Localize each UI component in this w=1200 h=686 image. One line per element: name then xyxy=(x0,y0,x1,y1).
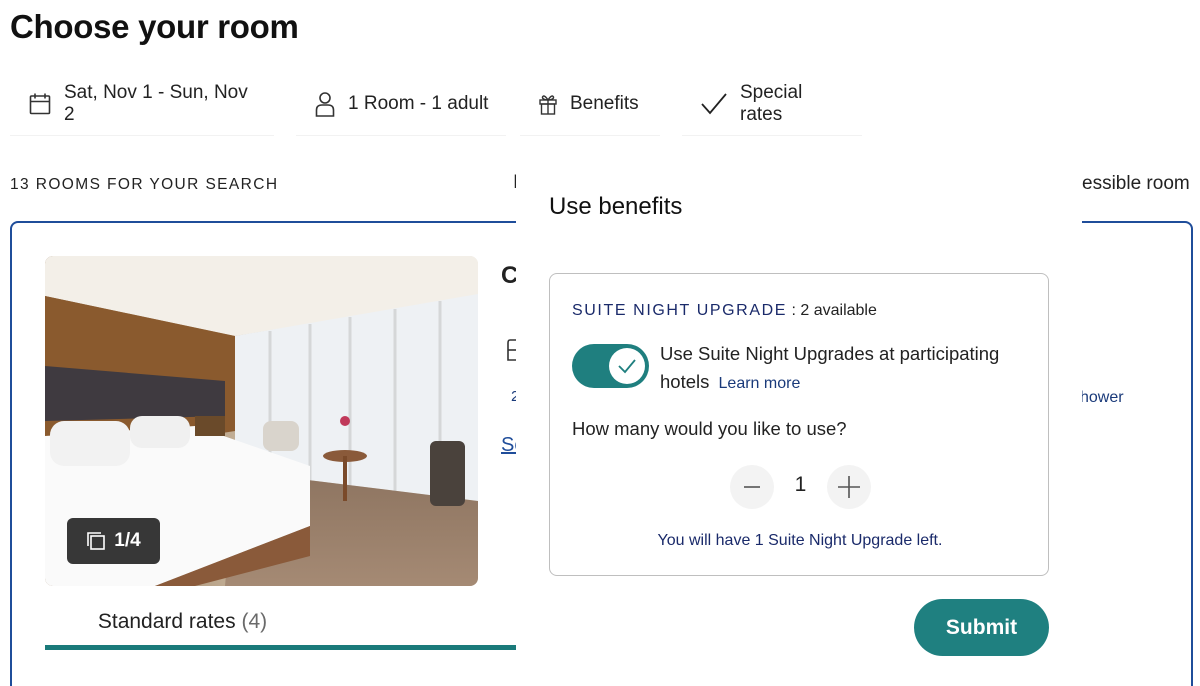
increase-button[interactable] xyxy=(827,465,871,509)
submit-button[interactable]: Submit xyxy=(914,599,1049,656)
calendar-icon xyxy=(29,93,51,114)
suite-night-upgrade-panel: SUITE NIGHT UPGRADE : 2 available Use Su… xyxy=(549,273,1049,576)
dates-label: Sat, Nov 1 - Sun, Nov 2 xyxy=(64,81,248,125)
quantity-question: How many would you like to use? xyxy=(572,418,847,439)
person-icon xyxy=(315,91,335,117)
special-rates-label: Special rates xyxy=(740,81,803,125)
suite-night-separator: : xyxy=(787,302,801,319)
suite-night-available: 2 available xyxy=(800,302,877,319)
benefits-label: Benefits xyxy=(570,92,639,114)
special-rates-filter[interactable]: Special rates xyxy=(682,72,862,136)
learn-more-link[interactable]: Learn more xyxy=(719,375,801,392)
quantity-stepper: 1 xyxy=(730,465,872,509)
page-title: Choose your room xyxy=(10,8,299,45)
toggle-label: Use Suite Night Upgrades at participatin… xyxy=(660,343,1000,392)
benefits-popover: Use benefits SUITE NIGHT UPGRADE : 2 ava… xyxy=(516,165,1082,686)
room-guests-filter[interactable]: 1 Room - 1 adult xyxy=(296,72,506,136)
minus-icon xyxy=(744,486,760,488)
room-amenity-fragment: hower xyxy=(1080,389,1124,406)
checkmark-icon xyxy=(701,92,727,114)
remaining-upgrades-text: You will have 1 Suite Night Upgrade left… xyxy=(657,532,943,549)
gift-icon xyxy=(539,94,557,115)
rate-tab-count: (4) xyxy=(241,610,268,633)
gallery-icon xyxy=(87,532,106,550)
suite-night-header: SUITE NIGHT UPGRADE : 2 available xyxy=(572,302,877,320)
rate-tab-label: Standard rates xyxy=(97,610,236,633)
benefits-filter[interactable]: Benefits xyxy=(520,72,660,136)
check-icon xyxy=(618,359,636,374)
suite-night-name: SUITE NIGHT UPGRADE xyxy=(572,302,788,319)
toggle-knob xyxy=(609,348,645,384)
popover-title: Use benefits xyxy=(549,193,683,220)
dates-filter[interactable]: Sat, Nov 1 - Sun, Nov 2 xyxy=(10,72,274,136)
suite-night-description: Use Suite Night Upgrades at participatin… xyxy=(660,340,1030,398)
decrease-button[interactable] xyxy=(730,465,774,509)
plus-icon xyxy=(838,476,860,498)
suite-night-toggle[interactable] xyxy=(572,344,649,388)
photo-counter[interactable]: 1/4 xyxy=(67,518,160,564)
active-tab-indicator xyxy=(45,645,516,650)
search-filter-bar: Sat, Nov 1 - Sun, Nov 2 1 Room - 1 adult… xyxy=(10,72,862,136)
room-photo[interactable]: 1/4 xyxy=(45,256,478,586)
room-guests-label: 1 Room - 1 adult xyxy=(348,92,489,114)
photo-counter-label: 1/4 xyxy=(114,530,141,551)
accessible-room-filter[interactable]: essible room xyxy=(1082,173,1190,195)
quantity-value: 1 xyxy=(794,473,807,496)
results-count: 13 ROOMS FOR YOUR SEARCH xyxy=(10,176,279,193)
